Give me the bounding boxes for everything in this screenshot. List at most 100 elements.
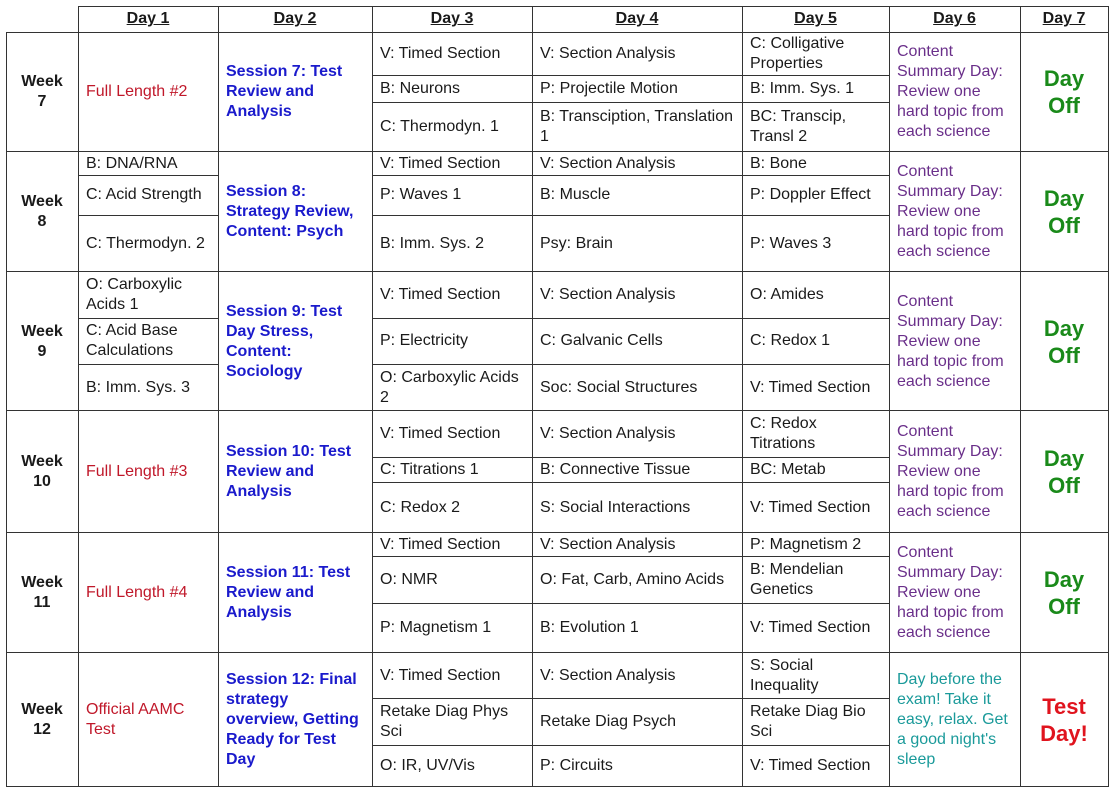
day4-topic-text: V: Section Analysis [540,535,676,553]
week-label: Week 12 [6,653,78,787]
column-divider [532,6,533,787]
day4-topic: O: Fat, Carb, Amino Acids [532,556,742,603]
day2-session-text: Session 10: Test Review and Analysis [226,443,352,500]
day4-topic-text: V: Section Analysis [540,44,676,62]
day5-topic: C: Redox Titrations [742,411,889,457]
row-divider [6,786,1109,787]
day4-topic: B: Muscle [532,175,742,215]
day4-topic-text: V: Section Analysis [540,154,676,172]
day7-day-off-text: Day Off [1043,66,1085,118]
week-label: Week 10 [6,411,78,533]
day5-topic: P: Magnetism 2 [742,533,889,556]
day1-topic: C: Acid Strength [78,175,218,215]
day6-content-summary: Content Summary Day: Review one hard top… [889,152,1020,272]
day5-topic-text: V: Timed Section [750,619,871,636]
day5-topic-text: O: Amides [750,286,824,303]
day4-topic-text: B: Transciption, Translation 1 [540,108,733,145]
day1-full-length-text: Full Length #4 [86,584,188,601]
sub-row-divider [372,318,889,319]
day7-day-off-text: Day Off [1043,186,1085,238]
day7-day-off: Day Off [1020,533,1108,653]
day5-topic-text: P: Magnetism 2 [750,535,862,553]
day1-full-length: Full Length #4 [78,533,218,653]
day3-topic: V: Timed Section [372,411,532,457]
day5-topic-text: B: Mendelian Genetics [750,560,844,598]
week-label: Week 11 [6,533,78,653]
day3-topic: V: Timed Section [372,533,532,556]
sub-row-divider [372,215,889,216]
header-day-6: Day 6 [889,6,1020,32]
sub-row-divider [78,175,218,176]
day3-topic: B: Imm. Sys. 2 [372,215,532,272]
day6-content-summary: Content Summary Day: Review one hard top… [889,272,1020,411]
day5-topic-text: V: Timed Section [750,757,871,774]
day3-topic-text: C: Redox 2 [380,498,461,516]
day3-topic: C: Redox 2 [372,482,532,533]
day4-topic-text: V: Section Analysis [540,425,676,442]
column-divider [372,6,373,787]
day7-day-off: Day Off [1020,152,1108,272]
day7-day-off-text: Day Off [1043,446,1085,498]
header-day-5-text: Day 5 [794,10,837,27]
header-day-4: Day 4 [532,6,742,32]
day4-topic: V: Section Analysis [532,653,742,698]
day5-topic: V: Timed Section [742,364,889,411]
day5-topic: V: Timed Section [742,745,889,787]
day2-session: Session 12: Final strategy overview, Get… [218,653,372,787]
day1-topic: O: Carboxylic Acids 1 [78,272,218,318]
day1-topic: B: Imm. Sys. 3 [78,364,218,411]
day1-full-length: Full Length #3 [78,411,218,533]
day5-topic-text: P: Waves 3 [750,234,832,252]
day3-topic: Retake Diag Phys Sci [372,698,532,745]
day3-topic-text: C: Titrations 1 [380,460,479,478]
day1-full-length-text: Official AAMC Test [86,701,185,738]
day5-topic-text: C: Redox Titrations [750,415,817,452]
day4-topic: C: Galvanic Cells [532,318,742,364]
day7-day-off-text: Day Off [1043,315,1085,368]
day6-day-before-note-text: Day before the exam! Take it easy, relax… [897,671,1008,768]
sub-row-divider [78,215,218,216]
day4-topic-text: V: Section Analysis [540,666,676,684]
header-bottom-border [6,32,1109,33]
day7-test-day-text: Test Day! [1040,694,1088,746]
week-label-text: Week 12 [21,701,63,738]
week-label-text: Week 8 [21,193,63,230]
day3-topic: C: Thermodyn. 1 [372,102,532,152]
day3-topic-text: P: Electricity [380,332,469,349]
day3-topic-text: C: Thermodyn. 1 [380,118,499,135]
day6-content-summary-text: Content Summary Day: Review one hard top… [897,544,1004,641]
day7-day-off: Day Off [1020,272,1108,411]
day7-day-off-text: Day Off [1043,567,1085,619]
day6-content-summary: Content Summary Day: Review one hard top… [889,533,1020,653]
sub-row-divider [372,482,889,483]
day1-topic-text: B: DNA/RNA [86,154,178,172]
day5-topic-text: C: Colligative Properties [750,34,845,72]
day5-topic-text: Retake Diag Bio Sci [750,702,866,740]
sub-row-divider [78,364,218,365]
day3-topic: O: Carboxylic Acids 2 [372,364,532,411]
day3-topic-text: V: Timed Section [380,666,501,684]
day5-topic: BC: Metab [742,457,889,482]
day2-session-text: Session 8: Strategy Review, Content: Psy… [226,183,354,240]
sub-row-divider [372,556,889,557]
day1-topic-text: C: Acid Strength [86,186,202,203]
day5-topic-text: C: Redox 1 [750,332,831,349]
day3-topic-text: P: Waves 1 [380,186,462,203]
day2-session: Session 9: Test Day Stress, Content: Soc… [218,272,372,411]
day4-topic-text: V: Section Analysis [540,286,676,303]
day1-topic-text: C: Acid Base Calculations [86,322,178,359]
day3-topic-text: V: Timed Section [380,425,501,442]
day3-topic: P: Waves 1 [372,175,532,215]
header-day-3-text: Day 3 [430,10,474,27]
day4-topic: P: Circuits [532,745,742,787]
day5-topic: Retake Diag Bio Sci [742,698,889,745]
day6-content-summary: Content Summary Day: Review one hard top… [889,411,1020,533]
day4-topic: B: Evolution 1 [532,603,742,653]
header-day-2-text: Day 2 [273,10,317,27]
day5-topic-text: P: Doppler Effect [750,186,871,203]
day3-topic-text: B: Imm. Sys. 2 [380,234,485,252]
sub-row-divider [372,364,889,365]
day2-session: Session 11: Test Review and Analysis [218,533,372,653]
header-day-5: Day 5 [742,6,889,32]
study-schedule-table: Day 1 Day 2 Day 3 Day 4 Day 5 Day 6 Day 7 Week … [0,0,1116,793]
